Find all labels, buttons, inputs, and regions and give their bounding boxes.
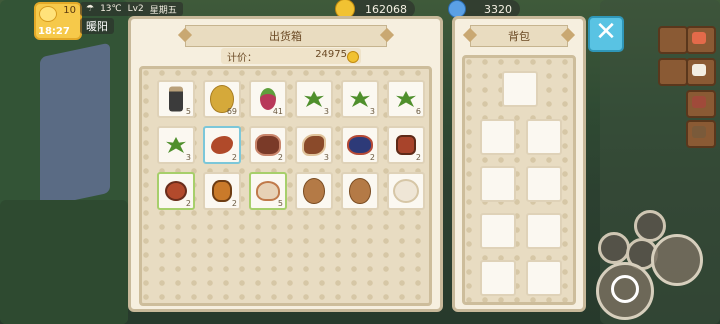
backpack-item-area [462, 55, 576, 305]
item-count: 3 [369, 107, 375, 116]
item-count: 2 [231, 153, 237, 162]
temperature: 13℃ [100, 4, 122, 14]
price-row: 计价： 24975 [221, 48, 361, 64]
item-count: 6 [415, 107, 421, 116]
item-count: 41 [272, 107, 283, 116]
coin-amount: 162068 [365, 2, 407, 16]
cloud-rain-icon: ☂ [86, 4, 95, 14]
item-count: 5 [277, 199, 283, 208]
day-number: 10 [63, 5, 76, 16]
item-count: 2 [415, 153, 421, 162]
item-slot[interactable]: 5 [157, 80, 195, 118]
scene-grass [0, 200, 128, 324]
item-slot[interactable]: 2 [203, 172, 241, 210]
herb-icon [396, 91, 416, 107]
shipping-box-panel: 出货箱 计价： 24975 5 69 41 3 3 6 3 2 2 3 2 2 … [128, 16, 443, 312]
item-count: 2 [277, 153, 283, 162]
item-slot[interactable] [341, 172, 379, 210]
egg-icon [303, 178, 325, 204]
weekday: 星期五 [149, 5, 177, 16]
tool-slot-button[interactable] [598, 232, 630, 264]
item-slot[interactable]: 2 [341, 126, 379, 164]
item-slot[interactable]: 6 [387, 80, 425, 118]
tool-slot-button[interactable] [634, 210, 666, 242]
crab-icon [347, 135, 373, 155]
close-icon: ✕ [595, 17, 617, 47]
item-slot[interactable]: 3 [295, 80, 333, 118]
cauliflower-icon [393, 179, 419, 203]
mushroom-icon [165, 181, 187, 201]
backpack-slot[interactable] [480, 166, 516, 202]
player-name: 暖阳 [80, 18, 114, 34]
search-action-button[interactable] [596, 262, 654, 320]
weather-bar: ☂ 13℃ Lv2 星期五 [80, 2, 183, 16]
backpack-slot[interactable] [480, 213, 516, 249]
search-icon [611, 275, 639, 303]
close-button[interactable]: ✕ [588, 16, 624, 52]
item-slot[interactable]: 2 [157, 172, 195, 210]
price-label: 计价： [227, 53, 257, 64]
item-slot[interactable] [387, 172, 425, 210]
price-value: 24975 [315, 49, 347, 60]
clock-time: 18:27 [38, 26, 70, 37]
item-count: 69 [226, 107, 237, 116]
item-slot[interactable] [295, 172, 333, 210]
item-slot[interactable]: 3 [157, 126, 195, 164]
item-count: 2 [185, 199, 191, 208]
scene-rock [40, 42, 110, 208]
journal-menu-button[interactable] [686, 120, 716, 148]
backpack-slot[interactable] [526, 119, 562, 155]
shipping-box-title: 出货箱 [184, 25, 387, 47]
gift-icon [692, 32, 706, 44]
herb-icon [304, 91, 324, 107]
tools-menu-button[interactable] [686, 90, 716, 118]
tools-icon [692, 96, 706, 108]
backpack-slot[interactable] [502, 71, 538, 107]
backpack-slot[interactable] [526, 166, 562, 202]
house-menu-button[interactable] [658, 26, 688, 54]
item-slot[interactable]: 3 [295, 126, 333, 164]
sun-icon [39, 6, 57, 22]
shipping-item-grid: 5 69 41 3 3 6 3 2 2 3 2 2 2 2 5 [157, 80, 425, 210]
egg-icon [349, 178, 371, 204]
item-slot[interactable]: 3 [341, 80, 379, 118]
journal-icon [692, 126, 706, 138]
item-count: 5 [185, 107, 191, 116]
jar-icon [169, 86, 183, 112]
item-slot[interactable]: 69 [203, 80, 241, 118]
fish-icon [302, 134, 326, 156]
item-count: 3 [323, 153, 329, 162]
action-button[interactable] [651, 234, 703, 286]
item-slot[interactable]: 2 [249, 126, 287, 164]
item-slot[interactable]: 2 [387, 126, 425, 164]
clam-icon [256, 181, 280, 201]
shipping-item-area: 5 69 41 3 3 6 3 2 2 3 2 2 2 2 5 [139, 66, 432, 306]
item-count: 3 [185, 153, 191, 162]
backpack-title: 背包 [470, 25, 568, 47]
item-slot[interactable]: 5 [249, 172, 287, 210]
backpack-panel: 背包 [452, 16, 586, 312]
backpack-slot[interactable] [526, 260, 562, 296]
herb-icon [350, 91, 370, 107]
chef-hat-icon [692, 64, 706, 76]
coin-icon [347, 51, 359, 63]
shrimp-icon [211, 136, 233, 154]
chef-menu-button[interactable] [686, 58, 716, 86]
herb-icon [166, 137, 186, 153]
nut-icon [396, 135, 416, 155]
backpack-slot[interactable] [480, 119, 516, 155]
cone-icon [212, 180, 232, 202]
gift-menu-button[interactable] [686, 26, 716, 54]
item-slot-selected[interactable]: 2 [203, 126, 241, 164]
item-count: 3 [323, 107, 329, 116]
item-slot[interactable]: 41 [249, 80, 287, 118]
item-count: 2 [231, 199, 237, 208]
level: Lv2 [127, 4, 144, 14]
backpack-slot[interactable] [480, 260, 516, 296]
shop-menu-button[interactable] [658, 58, 688, 86]
backpack-slot[interactable] [526, 213, 562, 249]
item-count: 2 [369, 153, 375, 162]
gem-amount: 3320 [484, 2, 512, 16]
calendar-widget[interactable]: 10 18:27 [34, 2, 82, 40]
